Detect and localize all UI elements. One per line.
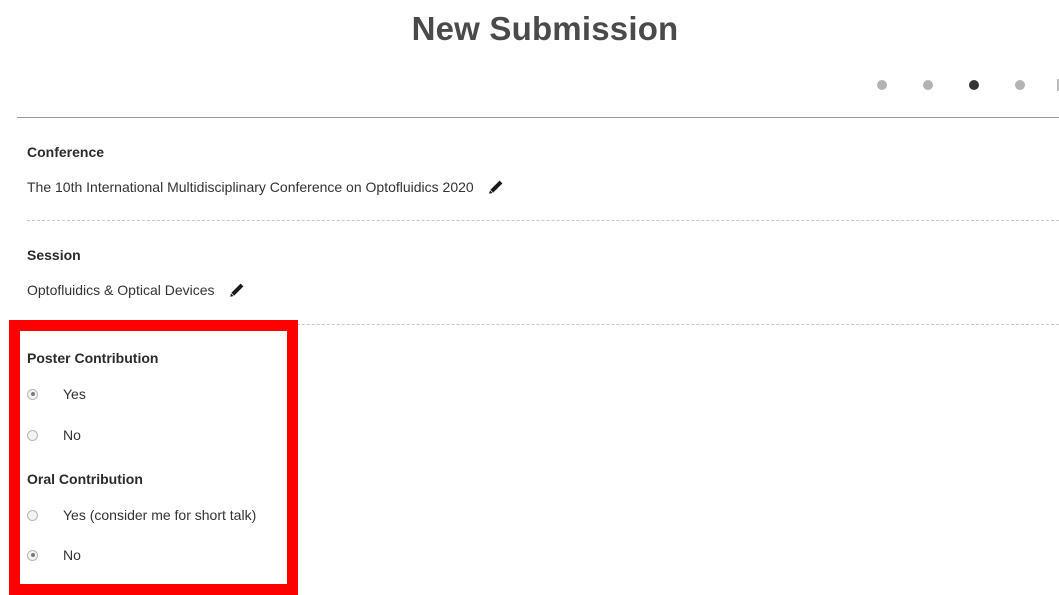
oral-yes-radio[interactable] [27,509,38,521]
step-dot-2[interactable] [923,80,933,90]
poster-contribution-label: Poster Contribution [27,350,159,366]
oral-no-option[interactable]: No [27,547,81,563]
session-value-row: Optofluidics & Optical Devices [27,282,245,298]
oral-yes-label: Yes (consider me for short talk) [63,507,257,523]
page-title: New Submission [411,10,679,47]
pencil-icon[interactable] [488,179,504,195]
poster-no-label: No [63,427,81,443]
oral-no-label: No [63,547,81,563]
section-divider [27,324,1059,325]
conference-value: The 10th International Multidisciplinary… [27,179,474,195]
conference-label: Conference [27,144,105,160]
section-divider [27,220,1059,221]
pencil-icon[interactable] [229,282,245,298]
poster-yes-label: Yes [63,386,86,402]
poster-yes-radio[interactable] [27,388,38,400]
step-dot-3-current[interactable] [969,80,979,90]
header-divider [17,117,1059,118]
session-label: Session [27,247,81,263]
session-value: Optofluidics & Optical Devices [27,282,215,298]
oral-no-radio[interactable] [27,549,38,561]
poster-yes-option[interactable]: Yes [27,386,86,402]
oral-yes-option[interactable]: Yes (consider me for short talk) [27,507,256,523]
conference-value-row: The 10th International Multidisciplinary… [27,179,504,195]
oral-contribution-label: Oral Contribution [27,471,143,487]
step-dot-1[interactable] [877,80,887,90]
poster-no-radio[interactable] [27,429,38,441]
poster-no-option[interactable]: No [27,427,81,443]
step-dot-4[interactable] [1015,80,1025,90]
